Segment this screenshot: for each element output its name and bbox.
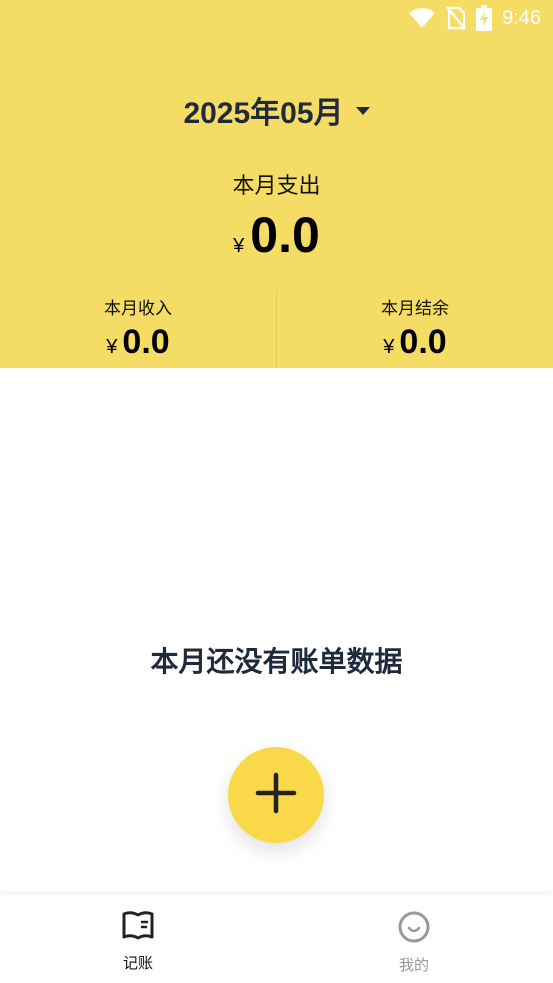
expense-value: 0.0 bbox=[250, 207, 320, 263]
bottom-nav: 记账 我的 bbox=[0, 895, 553, 983]
smiley-face-icon bbox=[397, 910, 431, 948]
income-summary: 本月收入 ¥ 0.0 bbox=[0, 294, 276, 359]
income-value: 0.0 bbox=[122, 323, 170, 361]
no-sim-icon bbox=[446, 6, 466, 30]
expense-amount: ¥ 0.0 bbox=[0, 210, 553, 260]
currency-symbol: ¥ bbox=[383, 336, 395, 358]
nav-item-mine[interactable]: 我的 bbox=[276, 895, 552, 983]
nav-label-ledger: 记账 bbox=[122, 954, 153, 972]
wifi-icon bbox=[408, 7, 436, 29]
nav-item-ledger[interactable]: 记账 bbox=[0, 895, 276, 983]
nav-label-mine: 我的 bbox=[398, 956, 429, 974]
empty-state-message: 本月还没有账单数据 bbox=[150, 645, 403, 678]
balance-summary: 本月结余 ¥ 0.0 bbox=[277, 294, 553, 359]
balance-label: 本月结余 bbox=[381, 299, 449, 319]
summary-header: 9:46 2025年05月 本月支出 ¥ 0.0 本月收入 ¥ 0.0 本月结余… bbox=[0, 0, 553, 368]
plus-icon bbox=[255, 772, 297, 818]
month-label: 2025年05月 bbox=[183, 97, 344, 130]
caret-down-icon bbox=[355, 107, 370, 115]
currency-symbol: ¥ bbox=[106, 336, 118, 358]
expense-label: 本月支出 bbox=[232, 174, 321, 199]
income-label: 本月收入 bbox=[104, 299, 172, 319]
status-time: 9:46 bbox=[502, 6, 541, 29]
battery-charging-icon bbox=[476, 5, 493, 31]
ledger-book-icon bbox=[121, 910, 155, 946]
status-bar: 9:46 bbox=[408, 0, 553, 36]
balance-value: 0.0 bbox=[399, 323, 447, 361]
add-bill-button[interactable] bbox=[228, 747, 324, 843]
currency-symbol: ¥ bbox=[233, 235, 245, 257]
month-picker[interactable]: 2025年05月 bbox=[0, 88, 553, 132]
